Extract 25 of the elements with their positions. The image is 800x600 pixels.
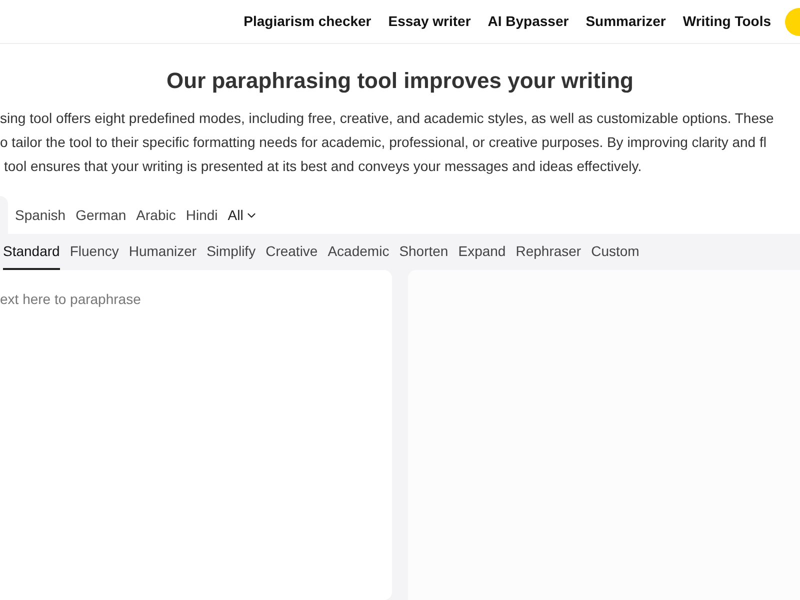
language-tab[interactable]: Hindi xyxy=(186,204,218,226)
intro-text: tool ensures that your writing is presented at its best and conveys your messages and ideas effectively. xyxy=(4,157,642,176)
nav-link[interactable]: Essay writer xyxy=(388,11,471,32)
nav-link[interactable]: Summarizer xyxy=(586,11,666,32)
mode-tab[interactable]: Simplify xyxy=(206,234,256,270)
all-languages-dropdown[interactable]: All xyxy=(228,204,258,226)
language-tab[interactable]: Arabic xyxy=(136,204,176,226)
mode-tab[interactable]: Creative xyxy=(266,234,318,270)
section-heading: Our paraphrasing tool improves your writing xyxy=(166,67,634,95)
mode-tab[interactable]: Custom xyxy=(591,234,640,270)
intro-text: o tailor the tool to their specific formatting needs for academic, professional, or creative purposes. By improving clarity and fl xyxy=(0,133,766,152)
mode-tab[interactable]: Humanizer xyxy=(128,234,197,270)
mode-tab[interactable]: Fluency xyxy=(70,234,119,270)
nav-link[interactable]: Writing Tools xyxy=(682,11,771,32)
input-field[interactable]: ext here to paraphrase xyxy=(0,270,392,600)
mode-tab[interactable]: Academic xyxy=(328,234,390,270)
mode-tab[interactable]: Rephraser xyxy=(516,234,582,270)
account-button[interactable] xyxy=(785,8,800,36)
nav-link[interactable]: AI Bypasser xyxy=(488,11,569,32)
mode-tab[interactable]: Shorten xyxy=(399,234,448,270)
nav-link[interactable]: Plagiarism checker xyxy=(244,11,372,32)
intro-text: sing tool offers eight predefined modes, including free, creative, and academic styles, as well as customizable options. These xyxy=(0,109,774,128)
language-tab[interactable]: German xyxy=(76,204,126,226)
language-tab[interactable]: Spanish xyxy=(15,204,66,226)
mode-tab[interactable]: Expand xyxy=(458,234,506,270)
